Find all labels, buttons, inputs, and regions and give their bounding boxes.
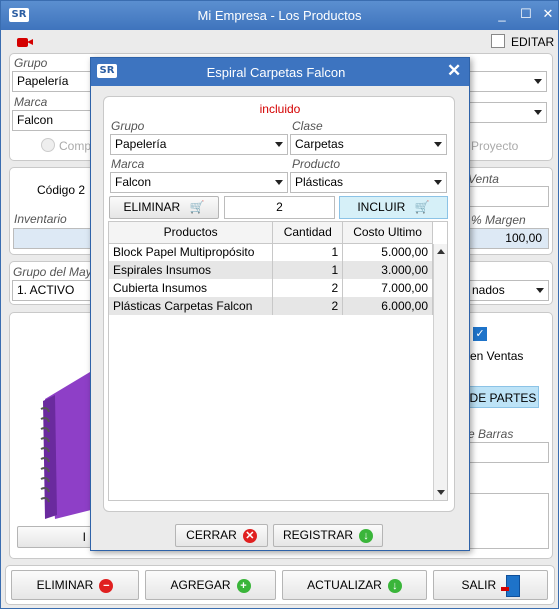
cell-costo: 5.000,00	[342, 243, 433, 261]
de-partes-button[interactable]: DE PARTES	[467, 386, 539, 408]
grupo-mayor-right-dropdown[interactable]: nados	[467, 280, 549, 301]
maximize-icon[interactable]: ☐	[517, 6, 535, 22]
cell-cantidad: 2	[272, 297, 344, 315]
cart-remove-icon: 🛒	[189, 200, 205, 214]
editar-checkbox[interactable]	[491, 34, 505, 48]
inventario-label: Inventario	[14, 212, 67, 226]
arrow-down-circle-icon: ↓	[387, 578, 402, 593]
products-table: Productos Cantidad Costo Ultimo Block Pa…	[108, 221, 448, 501]
codigo-label: Código 2	[37, 183, 86, 197]
espiral-dialog: SR Espiral Carpetas Falcon ✕ incluido Gr…	[90, 57, 470, 551]
col-costo[interactable]: Costo Ultimo	[342, 222, 433, 244]
col-cantidad[interactable]: Cantidad	[272, 222, 344, 244]
actualizar-button[interactable]: ACTUALIZAR ↓	[282, 570, 427, 600]
status-text: incluido	[259, 102, 301, 116]
cell-producto: Espirales Insumos	[109, 261, 274, 279]
cell-costo: 6.000,00	[342, 297, 433, 315]
proyecto-label: Proyecto	[471, 139, 519, 153]
dlg-incluir-button[interactable]: INCLUIR 🛒	[339, 196, 448, 219]
cell-cantidad: 1	[272, 261, 344, 279]
barras-label: e Barras	[468, 427, 514, 441]
product-image	[35, 319, 95, 519]
right-dropdown-1[interactable]	[467, 71, 547, 92]
salir-button[interactable]: SALIR	[433, 570, 548, 600]
comp-label: Comp	[59, 139, 92, 153]
venta-field[interactable]	[467, 186, 549, 207]
cart-add-icon: 🛒	[414, 200, 430, 214]
marca-label: Marca	[14, 95, 48, 109]
image-button[interactable]: I	[17, 526, 93, 548]
margen-field[interactable]: 100,00	[467, 228, 549, 249]
inventario-field[interactable]	[13, 228, 93, 249]
arrow-down-circle-icon: ↓	[359, 528, 373, 543]
close-icon[interactable]: ✕	[539, 6, 557, 22]
plus-circle-icon: +	[236, 578, 251, 593]
dialog-title: Espiral Carpetas Falcon	[206, 65, 346, 80]
cell-costo: 3.000,00	[342, 261, 433, 279]
editar-label: EDITAR	[511, 35, 555, 49]
close-circle-icon: ✕	[242, 528, 257, 543]
registrar-button[interactable]: REGISTRAR ↓	[273, 524, 383, 547]
dialog-close-icon[interactable]: ✕	[447, 61, 461, 81]
comp-radio[interactable]	[41, 138, 55, 152]
dialog-title-bar: SR Espiral Carpetas Falcon ✕	[91, 58, 469, 86]
quantity-input[interactable]: 2	[224, 196, 335, 219]
table-scrollbar[interactable]	[433, 244, 447, 500]
dlg-clase-dropdown[interactable]: Carpetas	[290, 134, 447, 155]
dlg-producto-dropdown[interactable]: Plásticas	[290, 172, 447, 193]
cerrar-button[interactable]: CERRAR ✕	[175, 524, 268, 547]
cell-cantidad: 1	[272, 243, 344, 261]
cell-costo: 7.000,00	[342, 279, 433, 297]
table-row[interactable]: Espirales Insumos 1 3.000,00	[109, 261, 433, 279]
dlg-eliminar-button[interactable]: ELIMINAR 🛒	[109, 196, 219, 219]
col-productos[interactable]: Productos	[109, 222, 274, 244]
main-title-bar: SR Mi Empresa - Los Productos _ ☐ ✕	[1, 1, 558, 30]
table-row[interactable]: Plásticas Carpetas Falcon 2 6.000,00	[109, 297, 433, 315]
minimize-icon[interactable]: _	[493, 7, 511, 22]
eliminar-button[interactable]: ELIMINAR −	[11, 570, 139, 600]
notes-field[interactable]	[467, 493, 549, 549]
table-row[interactable]: Block Papel Multipropósito 1 5.000,00	[109, 243, 433, 261]
margen-label: % Margen	[471, 213, 526, 227]
camera-icon[interactable]	[17, 36, 35, 48]
grupo-mayor-field[interactable]: 1. ACTIVO	[12, 280, 92, 301]
marca-field[interactable]: Falcon	[12, 110, 92, 131]
venta-label: Venta	[468, 172, 499, 186]
exit-door-icon	[500, 574, 520, 597]
minus-circle-icon: −	[99, 578, 114, 593]
cell-producto: Block Papel Multipropósito	[109, 243, 274, 261]
dlg-producto-label: Producto	[292, 157, 341, 171]
en-ventas-label: en Ventas	[470, 349, 524, 363]
dlg-grupo-dropdown[interactable]: Papelería	[110, 134, 288, 155]
dlg-marca-dropdown[interactable]: Falcon	[110, 172, 288, 193]
cell-producto: Cubierta Insumos	[109, 279, 274, 297]
dlg-marca-label: Marca	[111, 157, 145, 171]
checkbox-checked-icon[interactable]: ✓	[473, 327, 487, 341]
agregar-button[interactable]: AGREGAR +	[145, 570, 276, 600]
window-title: Mi Empresa - Los Productos	[197, 8, 362, 23]
barras-field[interactable]	[467, 442, 549, 463]
dlg-clase-label: Clase	[292, 119, 323, 133]
cell-producto: Plásticas Carpetas Falcon	[109, 297, 274, 315]
table-row[interactable]: Cubierta Insumos 2 7.000,00	[109, 279, 433, 297]
scroll-up-icon[interactable]	[437, 249, 445, 254]
grupo-field[interactable]: Papelería	[12, 71, 92, 92]
right-dropdown-2[interactable]	[467, 102, 547, 123]
cell-cantidad: 2	[272, 279, 344, 297]
scroll-down-icon[interactable]	[437, 490, 445, 495]
grupo-mayor-label: Grupo del May	[13, 265, 92, 279]
dlg-grupo-label: Grupo	[111, 119, 145, 133]
grupo-label: Grupo	[14, 56, 48, 70]
